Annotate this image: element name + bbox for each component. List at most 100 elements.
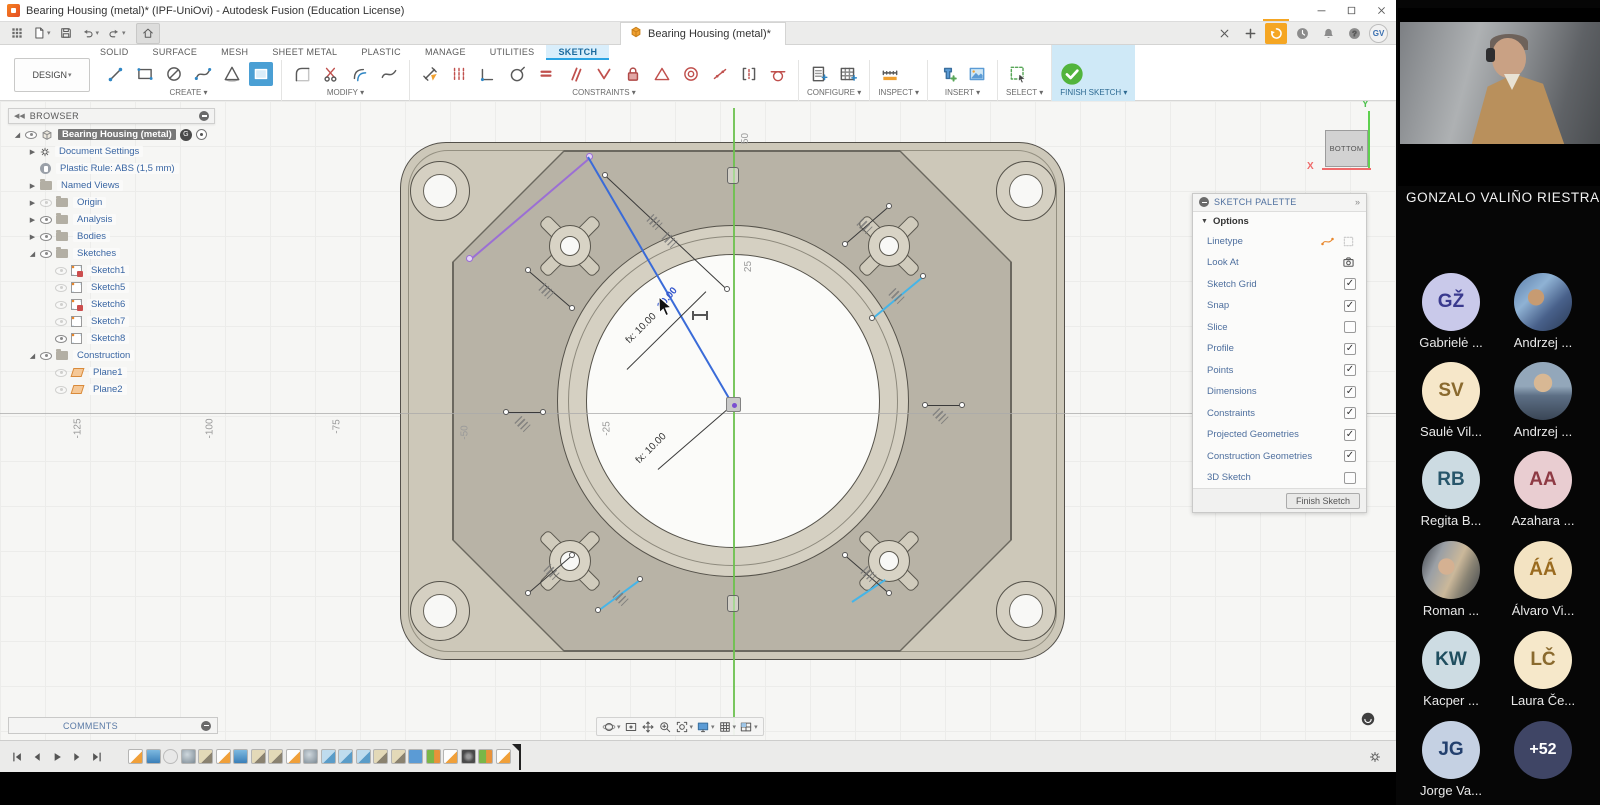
timeline-feature-chamfer[interactable] xyxy=(391,749,406,764)
dimension-line[interactable] xyxy=(506,412,543,413)
equal-button[interactable] xyxy=(534,62,558,86)
dimensions-checkbox[interactable]: ✓ xyxy=(1344,386,1356,398)
close-tab-button[interactable] xyxy=(1213,23,1235,44)
browser-item-sketch5[interactable]: Sketch5 xyxy=(8,279,215,296)
cone-button[interactable] xyxy=(220,62,244,86)
group-label[interactable]: INSPECT ▾ xyxy=(878,88,919,97)
expander-icon[interactable]: ▶ xyxy=(27,182,38,190)
group-label[interactable]: CONSTRAINTS ▾ xyxy=(418,88,790,97)
line-button[interactable] xyxy=(104,62,128,86)
timeline-feature-chamfer[interactable] xyxy=(251,749,266,764)
construction-geometries-checkbox[interactable]: ✓ xyxy=(1344,450,1356,462)
participant-tile[interactable]: Roman ... xyxy=(1406,541,1496,618)
ribbon-tab-sketch[interactable]: SKETCH xyxy=(546,45,609,60)
browser-item-named-views[interactable]: ▶Named Views xyxy=(8,177,215,194)
look-at-button[interactable] xyxy=(624,720,638,734)
timeline-feature-sketch[interactable] xyxy=(216,749,231,764)
participant-tile[interactable]: JGJorge Va... xyxy=(1406,721,1496,798)
fit-button[interactable]: ▾ xyxy=(675,720,694,734)
timeline-feature-extrude[interactable] xyxy=(233,749,248,764)
horizontal-vertical-button[interactable] xyxy=(476,62,500,86)
points-checkbox[interactable]: ✓ xyxy=(1344,364,1356,376)
timeline-feature-sketch[interactable] xyxy=(443,749,458,764)
browser-item-analysis[interactable]: ▶Analysis xyxy=(8,211,215,228)
visibility-eye-icon[interactable] xyxy=(55,301,67,309)
visibility-eye-icon[interactable] xyxy=(25,131,37,139)
group-label[interactable]: MODIFY ▾ xyxy=(290,88,401,97)
participant-tile[interactable]: ÁÁÁlvaro Vi... xyxy=(1498,541,1588,618)
dock-panel-icon[interactable]: » xyxy=(1355,197,1360,207)
insert-fastener-button[interactable] xyxy=(936,62,960,86)
ribbon-tab-utilities[interactable]: UTILITIES xyxy=(478,45,547,60)
play-button[interactable] xyxy=(50,750,64,764)
app-grid-button[interactable] xyxy=(6,23,28,44)
browser-item-sketch1[interactable]: Sketch1 xyxy=(8,262,215,279)
user-avatar[interactable]: GV xyxy=(1369,24,1388,43)
panel-minus-icon[interactable] xyxy=(199,111,209,121)
settings-gear-icon[interactable] xyxy=(1368,750,1382,764)
origin-point[interactable] xyxy=(726,397,741,412)
group-label[interactable]: CREATE ▾ xyxy=(104,88,273,97)
timeline-feature-thread[interactable] xyxy=(461,749,476,764)
timeline-feature-fillet[interactable] xyxy=(321,749,336,764)
timeline-feature-revolve[interactable] xyxy=(426,749,441,764)
timeline-feature-fillet[interactable] xyxy=(338,749,353,764)
viewcube[interactable]: BOTTOM xyxy=(1325,130,1368,167)
browser-item-sketch7[interactable]: Sketch7 xyxy=(8,313,215,330)
home-button[interactable] xyxy=(136,23,160,44)
timeline-feature-chamfer[interactable] xyxy=(268,749,283,764)
document-tab[interactable]: Bearing Housing (metal)* xyxy=(620,22,786,45)
timeline-feature-chamfer[interactable] xyxy=(373,749,388,764)
visibility-eye-icon[interactable] xyxy=(40,233,52,241)
sketch-dimension-button[interactable] xyxy=(418,62,442,86)
configuration-button[interactable] xyxy=(807,62,831,86)
projected-geometries-checkbox[interactable]: ✓ xyxy=(1344,429,1356,441)
parallel-button[interactable] xyxy=(563,62,587,86)
visibility-eye-icon[interactable] xyxy=(40,352,52,360)
dimension-line[interactable] xyxy=(925,405,962,406)
participant-tile[interactable]: KWKacper ... xyxy=(1406,631,1496,708)
group-label[interactable]: SELECT ▾ xyxy=(1006,88,1043,97)
browser-item-sketch6[interactable]: Sketch6 xyxy=(8,296,215,313)
rectangle-tool-button[interactable] xyxy=(249,62,273,86)
timeline-feature-sketch[interactable] xyxy=(128,749,143,764)
redo-button[interactable]: ▾ xyxy=(103,23,130,44)
visibility-eye-icon[interactable] xyxy=(55,335,67,343)
concentric-button[interactable] xyxy=(679,62,703,86)
symmetry-button[interactable] xyxy=(737,62,761,86)
grid-settings-button[interactable]: ▾ xyxy=(718,720,737,734)
measure-button[interactable] xyxy=(878,62,902,86)
new-tab-button[interactable] xyxy=(1239,23,1261,44)
participant-tile[interactable]: SVSaulė Vil... xyxy=(1406,362,1496,439)
model-canvas[interactable]: -125-100-75-50-255025 xyxy=(0,101,1396,740)
visibility-eye-icon[interactable] xyxy=(40,199,52,207)
collapse-panel-icon[interactable]: ◀◀ xyxy=(14,112,25,120)
display-settings-button[interactable]: ▾ xyxy=(696,720,715,734)
design-dropdown[interactable]: DESIGN ▾ xyxy=(14,58,90,92)
browser-item-sketch8[interactable]: Sketch8 xyxy=(8,330,215,347)
browser-item-plane1[interactable]: Plane1 xyxy=(8,364,215,381)
save-button[interactable] xyxy=(55,23,77,44)
activate-component-radio[interactable] xyxy=(196,129,207,140)
expander-icon[interactable]: ◢ xyxy=(12,131,23,139)
timeline-feature-sketch[interactable] xyxy=(286,749,301,764)
ribbon-tab-mesh[interactable]: MESH xyxy=(209,45,260,60)
sketch-point[interactable] xyxy=(466,255,473,262)
timeline-feature-chamfer[interactable] xyxy=(198,749,213,764)
recent-button[interactable] xyxy=(1291,23,1313,44)
group-label[interactable]: CONFIGURE ▾ xyxy=(807,88,861,97)
ribbon-tab-plastic[interactable]: PLASTIC xyxy=(349,45,413,60)
slice-checkbox[interactable] xyxy=(1344,321,1356,333)
trim-button[interactable] xyxy=(319,62,343,86)
group-label[interactable]: FINISH SKETCH ▾ xyxy=(1060,88,1127,97)
pan-button[interactable] xyxy=(641,720,655,734)
visibility-eye-icon[interactable] xyxy=(55,284,67,292)
viewports-button[interactable]: ▾ xyxy=(739,720,758,734)
timeline-feature-fillet[interactable] xyxy=(356,749,371,764)
speaker-video-tile[interactable] xyxy=(1398,8,1600,186)
help-button[interactable]: ? xyxy=(1343,23,1365,44)
timeline-feature-hole[interactable] xyxy=(303,749,318,764)
insert-image-button[interactable] xyxy=(965,62,989,86)
timeline-marker[interactable] xyxy=(515,744,525,770)
timeline-feature-extrude[interactable] xyxy=(146,749,161,764)
